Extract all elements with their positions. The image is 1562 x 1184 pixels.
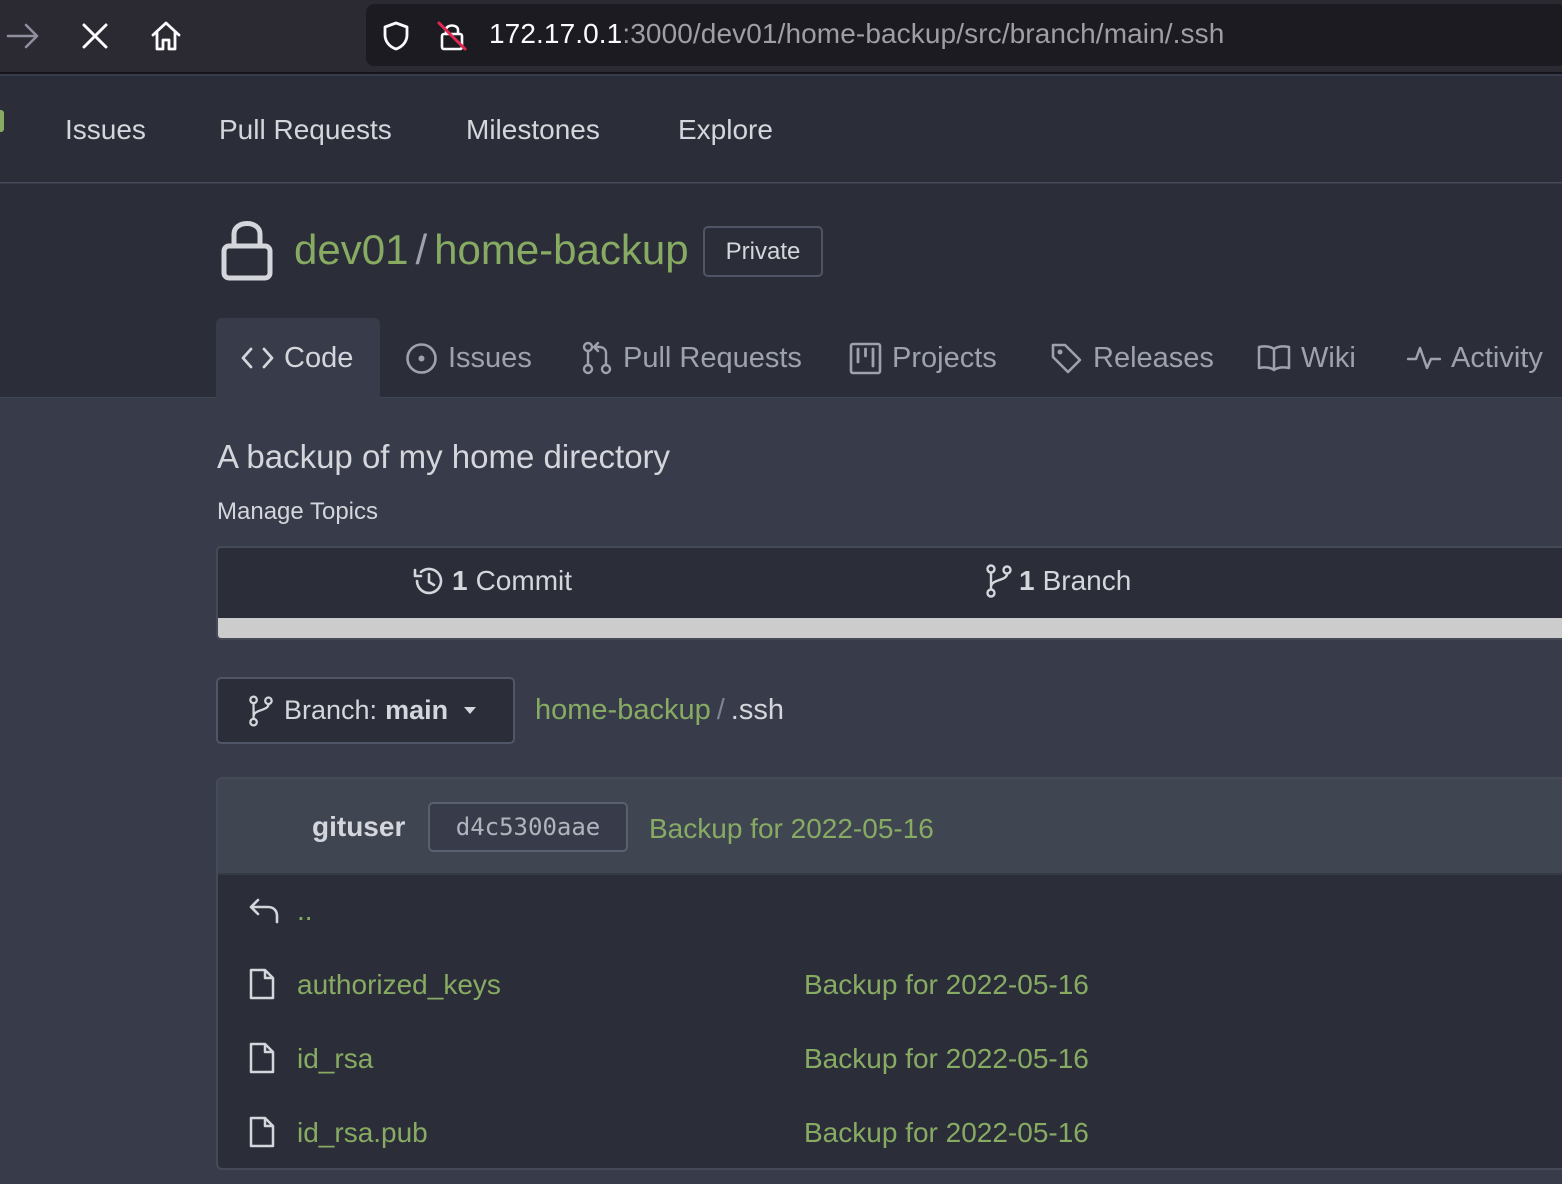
- latest-commit-row: gituser d4c5300aae Backup for 2022-05-16: [218, 779, 1562, 875]
- issue-icon: [406, 342, 437, 374]
- nav-milestones-link[interactable]: Milestones: [466, 114, 600, 146]
- branch-dropdown[interactable]: Branch: main: [216, 677, 515, 744]
- repo-name-link[interactable]: home-backup: [434, 226, 688, 273]
- parent-directory-link[interactable]: ..: [297, 895, 313, 927]
- repo-title: dev01/home-backup: [294, 226, 689, 274]
- insecure-lock-icon[interactable]: [436, 20, 468, 52]
- tab-releases[interactable]: Releases: [1050, 318, 1214, 398]
- tab-code[interactable]: Code: [216, 318, 380, 398]
- project-icon: [849, 342, 882, 374]
- parent-directory-row[interactable]: ..: [218, 875, 1562, 949]
- file-icon: [249, 1116, 275, 1148]
- address-bar[interactable]: 172.17.0.1:3000/dev01/home-backup/src/br…: [366, 4, 1562, 66]
- visibility-badge: Private: [703, 226, 823, 277]
- tab-code-label: Code: [284, 341, 354, 374]
- browser-toolbar: 172.17.0.1:3000/dev01/home-backup/src/br…: [0, 0, 1562, 74]
- breadcrumb-root-link[interactable]: home-backup: [535, 694, 711, 726]
- tab-issues[interactable]: Issues: [405, 318, 532, 398]
- repo-description: A backup of my home directory: [217, 438, 671, 475]
- branch-icon: [986, 564, 1012, 598]
- file-name-link[interactable]: id_rsa.pub: [297, 1117, 428, 1149]
- file-name-link[interactable]: authorized_keys: [297, 969, 501, 1001]
- stop-button[interactable]: [73, 14, 117, 58]
- tab-pull-requests-label: Pull Requests: [623, 341, 802, 374]
- shield-icon[interactable]: [380, 20, 412, 52]
- tag-icon: [1051, 343, 1082, 373]
- tab-activity-label: Activity: [1451, 341, 1543, 374]
- lock-icon: [221, 221, 273, 281]
- breadcrumb: home-backup / .ssh: [535, 694, 784, 727]
- nav-issues-link[interactable]: Issues: [65, 114, 146, 146]
- file-name-link[interactable]: id_rsa: [297, 1043, 373, 1075]
- file-row[interactable]: authorized_keys Backup for 2022-05-16: [218, 949, 1562, 1023]
- file-table: gituser d4c5300aae Backup for 2022-05-16…: [216, 777, 1562, 1170]
- tab-issues-label: Issues: [448, 341, 532, 374]
- pulse-icon: [1407, 346, 1441, 370]
- commits-count: 1: [452, 565, 468, 596]
- file-commit-link[interactable]: Backup for 2022-05-16: [804, 1043, 1089, 1075]
- nav-explore-link[interactable]: Explore: [678, 114, 773, 146]
- history-icon: [413, 567, 443, 595]
- file-icon: [249, 968, 275, 1000]
- url-text[interactable]: 172.17.0.1:3000/dev01/home-backup/src/br…: [489, 18, 1224, 50]
- branch-icon: [249, 694, 273, 727]
- pull-request-icon: [582, 341, 612, 375]
- logo-icon[interactable]: [0, 110, 4, 132]
- tab-pull-requests[interactable]: Pull Requests: [581, 318, 802, 398]
- book-icon: [1257, 345, 1291, 372]
- breadcrumb-current: .ssh: [730, 694, 784, 726]
- commit-author[interactable]: gituser: [312, 811, 405, 843]
- forward-icon: [6, 23, 39, 49]
- repo-stats: 1 Commit 1 Branch: [216, 546, 1562, 640]
- tab-wiki-label: Wiki: [1301, 341, 1356, 374]
- branches-label: Branch: [1042, 565, 1132, 596]
- commits-label: Commit: [475, 565, 573, 596]
- language-bar[interactable]: [218, 618, 1562, 638]
- branches-count: 1: [1019, 565, 1035, 596]
- file-row[interactable]: id_rsa Backup for 2022-05-16: [218, 1023, 1562, 1097]
- tab-projects-label: Projects: [892, 341, 997, 374]
- commits-stat[interactable]: 1 Commit: [412, 564, 572, 598]
- tab-wiki[interactable]: Wiki: [1257, 318, 1356, 398]
- file-commit-link[interactable]: Backup for 2022-05-16: [804, 1117, 1089, 1149]
- chevron-down-icon: [464, 707, 477, 714]
- tab-activity[interactable]: Activity: [1407, 318, 1543, 398]
- reply-arrow-icon: [249, 898, 279, 924]
- commit-message[interactable]: Backup for 2022-05-16: [649, 813, 934, 845]
- tab-releases-label: Releases: [1093, 341, 1214, 374]
- commit-sha-badge[interactable]: d4c5300aae: [428, 802, 628, 852]
- repo-title-separator: /: [415, 226, 428, 273]
- home-button[interactable]: [144, 14, 188, 58]
- file-commit-link[interactable]: Backup for 2022-05-16: [804, 969, 1089, 1001]
- breadcrumb-separator: /: [716, 694, 725, 726]
- repo-owner-link[interactable]: dev01: [294, 226, 408, 273]
- branch-prefix: Branch:: [284, 695, 378, 725]
- file-row[interactable]: id_rsa.pub Backup for 2022-05-16: [218, 1097, 1562, 1168]
- branch-name: main: [385, 695, 449, 725]
- forward-button[interactable]: [1, 14, 45, 58]
- nav-pull-requests-link[interactable]: Pull Requests: [219, 114, 392, 146]
- home-icon: [151, 21, 181, 51]
- stop-icon: [82, 23, 108, 49]
- manage-topics-link[interactable]: Manage Topics: [217, 498, 378, 526]
- file-icon: [249, 1042, 275, 1074]
- tab-projects[interactable]: Projects: [849, 318, 997, 398]
- branches-stat[interactable]: 1 Branch: [985, 564, 1131, 598]
- code-icon: [241, 347, 274, 369]
